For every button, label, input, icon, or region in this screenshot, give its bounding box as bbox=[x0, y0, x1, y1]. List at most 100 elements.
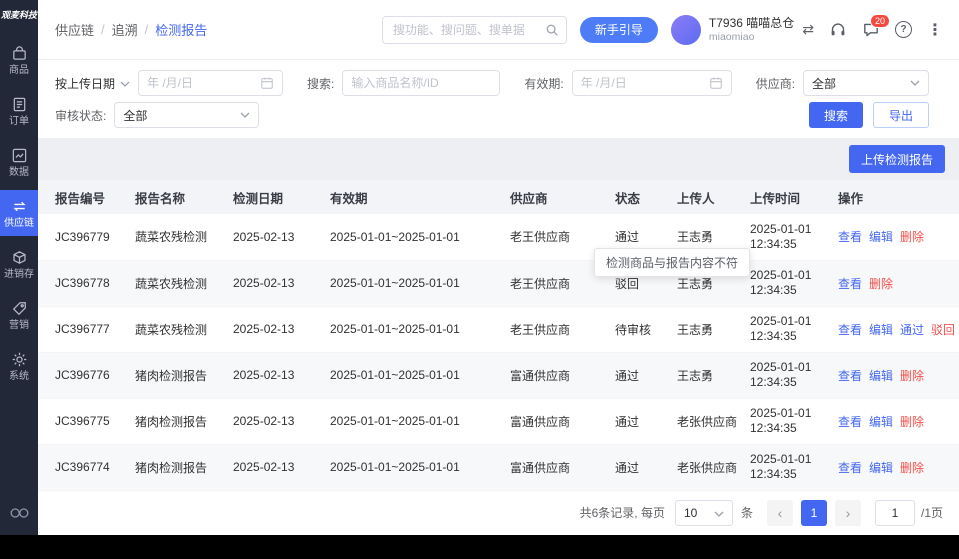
page-size-unit: 条 bbox=[740, 506, 753, 521]
switch-warehouse-icon[interactable]: ⇄ bbox=[802, 21, 814, 38]
audit-status-label: 审核状态: bbox=[55, 108, 107, 123]
help-icon[interactable]: ? bbox=[895, 21, 912, 38]
view-link[interactable]: 查看 bbox=[838, 369, 862, 383]
view-link[interactable]: 查看 bbox=[838, 461, 862, 475]
export-button[interactable]: 导出 bbox=[872, 102, 929, 128]
more-icon[interactable]: ⋮ bbox=[927, 20, 943, 40]
user-name: T7936 喵喵总仓 bbox=[708, 15, 795, 30]
cell-upload-time: 2025-01-01 12:34:35 bbox=[750, 398, 838, 445]
edit-link[interactable]: 编辑 bbox=[869, 369, 893, 383]
breadcrumb-trace[interactable]: 追溯 bbox=[112, 20, 138, 39]
edit-link[interactable]: 编辑 bbox=[869, 323, 893, 337]
cell-test-date: 2025-02-13 bbox=[233, 398, 330, 445]
calendar-icon[interactable] bbox=[709, 76, 723, 90]
view-link[interactable]: 查看 bbox=[838, 323, 862, 337]
cell-validity: 2025-01-01~2025-01-01 bbox=[330, 398, 510, 445]
sidebar-item-supply-chain[interactable]: 供应链 bbox=[0, 190, 38, 236]
edit-link[interactable]: 编辑 bbox=[869, 461, 893, 475]
user-names: T7936 喵喵总仓 miaomiao bbox=[709, 16, 794, 44]
delete-link[interactable]: 删除 bbox=[900, 369, 924, 383]
total-pages-label: /1页 bbox=[920, 506, 943, 521]
cell-report-no: JC396779 bbox=[38, 214, 135, 261]
edit-link[interactable]: 编辑 bbox=[869, 415, 893, 429]
page-jump-input[interactable] bbox=[874, 499, 915, 526]
next-page-button[interactable]: › bbox=[834, 499, 861, 526]
delete-link[interactable]: 删除 bbox=[900, 230, 924, 244]
search-icon[interactable] bbox=[545, 23, 559, 42]
date-type-dropdown[interactable]: 按上传日期 bbox=[55, 75, 130, 92]
cell-test-date: 2025-02-13 bbox=[233, 260, 330, 307]
page-size-select[interactable]: 10 bbox=[674, 499, 733, 526]
table-row: JC396778 蔬菜农残检测 2025-02-13 2025-01-01~20… bbox=[38, 260, 959, 307]
sidebar-item-label: 数据 bbox=[9, 167, 29, 178]
validity-date-field bbox=[571, 70, 732, 96]
cell-report-no: JC396775 bbox=[38, 398, 135, 445]
view-link[interactable]: 查看 bbox=[838, 277, 862, 291]
date-type-label: 按上传日期 bbox=[55, 76, 116, 91]
cell-report-no: JC396777 bbox=[38, 306, 135, 353]
view-link[interactable]: 查看 bbox=[838, 415, 862, 429]
sidebar-item-data[interactable]: 数据 bbox=[0, 139, 38, 185]
validity-date-input[interactable] bbox=[572, 71, 709, 95]
cell-test-date: 2025-02-13 bbox=[233, 306, 330, 353]
chevron-down-icon bbox=[240, 112, 250, 118]
sidebar-item-label: 供应链 bbox=[4, 218, 34, 229]
breadcrumb-supply-chain[interactable]: 供应链 bbox=[55, 20, 94, 39]
upload-report-button[interactable]: 上传检测报告 bbox=[848, 145, 945, 173]
audit-status-select[interactable]: 全部 bbox=[114, 102, 260, 128]
table-row: JC396779 蔬菜农残检测 2025-02-13 2025-01-01~20… bbox=[38, 214, 959, 261]
table-header: 报告编号 报告名称 检测日期 有效期 供应商 状态 上传人 上传时间 操作 bbox=[38, 180, 959, 214]
cell-supplier: 富通供应商 bbox=[510, 352, 615, 399]
prev-page-button[interactable]: ‹ bbox=[766, 499, 793, 526]
sidebar-item-system[interactable]: 系统 bbox=[0, 343, 38, 389]
cell-status: 待审核 bbox=[615, 306, 677, 353]
sidebar-item-label: 系统 bbox=[9, 371, 29, 382]
guide-button[interactable]: 新手引导 bbox=[579, 16, 658, 43]
cell-status: 通过 bbox=[615, 444, 677, 491]
search-button[interactable]: 搜索 bbox=[808, 102, 863, 128]
supplier-select[interactable]: 全部 bbox=[803, 70, 929, 96]
sidebar-item-marketing[interactable]: 营销 bbox=[0, 292, 38, 338]
delete-link[interactable]: 删除 bbox=[869, 277, 893, 291]
app-window: 观麦科技 商品 订单 数据 供应链 进销存 营销 系统 供应链 / 追溯 / 检… bbox=[0, 0, 959, 559]
sidebar-item-orders[interactable]: 订单 bbox=[0, 88, 38, 134]
product-search-input[interactable] bbox=[343, 71, 500, 95]
page-size-value: 10 bbox=[683, 505, 698, 520]
sidebar-item-label: 营销 bbox=[9, 320, 29, 331]
report-table: 报告编号 报告名称 检测日期 有效期 供应商 状态 上传人 上传时间 操作 JC… bbox=[38, 180, 959, 491]
user-block[interactable]: T7936 喵喵总仓 miaomiao bbox=[670, 14, 794, 45]
message-badge: 20 bbox=[869, 13, 890, 28]
apps-icon[interactable] bbox=[9, 506, 30, 535]
upload-date-input[interactable] bbox=[139, 71, 261, 95]
cell-actions: 查看 编辑 删除 bbox=[838, 352, 959, 399]
current-page-button[interactable]: 1 bbox=[800, 499, 827, 526]
view-link[interactable]: 查看 bbox=[838, 230, 862, 244]
reject-link[interactable]: 驳回 bbox=[931, 323, 955, 337]
cell-validity: 2025-01-01~2025-01-01 bbox=[330, 444, 510, 491]
col-report-no: 报告编号 bbox=[38, 180, 135, 214]
sidebar-item-label: 商品 bbox=[9, 65, 29, 76]
sidebar: 观麦科技 商品 订单 数据 供应链 进销存 营销 系统 bbox=[0, 0, 38, 535]
cell-report-name: 猪肉检测报告 bbox=[135, 352, 233, 399]
cell-report-name: 蔬菜农残检测 bbox=[135, 306, 233, 353]
sidebar-item-inventory[interactable]: 进销存 bbox=[0, 241, 38, 287]
delete-link[interactable]: 删除 bbox=[900, 461, 924, 475]
chevron-down-icon bbox=[910, 80, 920, 86]
message-icon[interactable]: 20 bbox=[862, 13, 890, 39]
pagination: 共6条记录, 每页 10 条 ‹ 1 › /1页 bbox=[38, 490, 959, 535]
sidebar-nav: 商品 订单 数据 供应链 进销存 营销 系统 bbox=[0, 37, 38, 394]
support-icon[interactable] bbox=[829, 21, 847, 39]
approve-link[interactable]: 通过 bbox=[900, 323, 924, 337]
content-area: 供应链 / 追溯 / 检测报告 新手引导 T7936 喵喵总仓 miaomiao bbox=[38, 0, 959, 535]
data-chart-icon bbox=[11, 147, 28, 164]
main-area: 观麦科技 商品 订单 数据 供应链 进销存 营销 系统 供应链 / 追溯 / 检… bbox=[0, 0, 959, 535]
avatar[interactable] bbox=[670, 14, 701, 45]
sidebar-item-products[interactable]: 商品 bbox=[0, 37, 38, 83]
delete-link[interactable]: 删除 bbox=[900, 415, 924, 429]
gear-icon bbox=[11, 351, 28, 368]
cell-validity: 2025-01-01~2025-01-01 bbox=[330, 306, 510, 353]
status-tooltip: 检测商品与报告内容不符 bbox=[594, 248, 751, 277]
calendar-icon[interactable] bbox=[260, 76, 274, 90]
global-search-input[interactable] bbox=[381, 15, 567, 44]
edit-link[interactable]: 编辑 bbox=[869, 230, 893, 244]
